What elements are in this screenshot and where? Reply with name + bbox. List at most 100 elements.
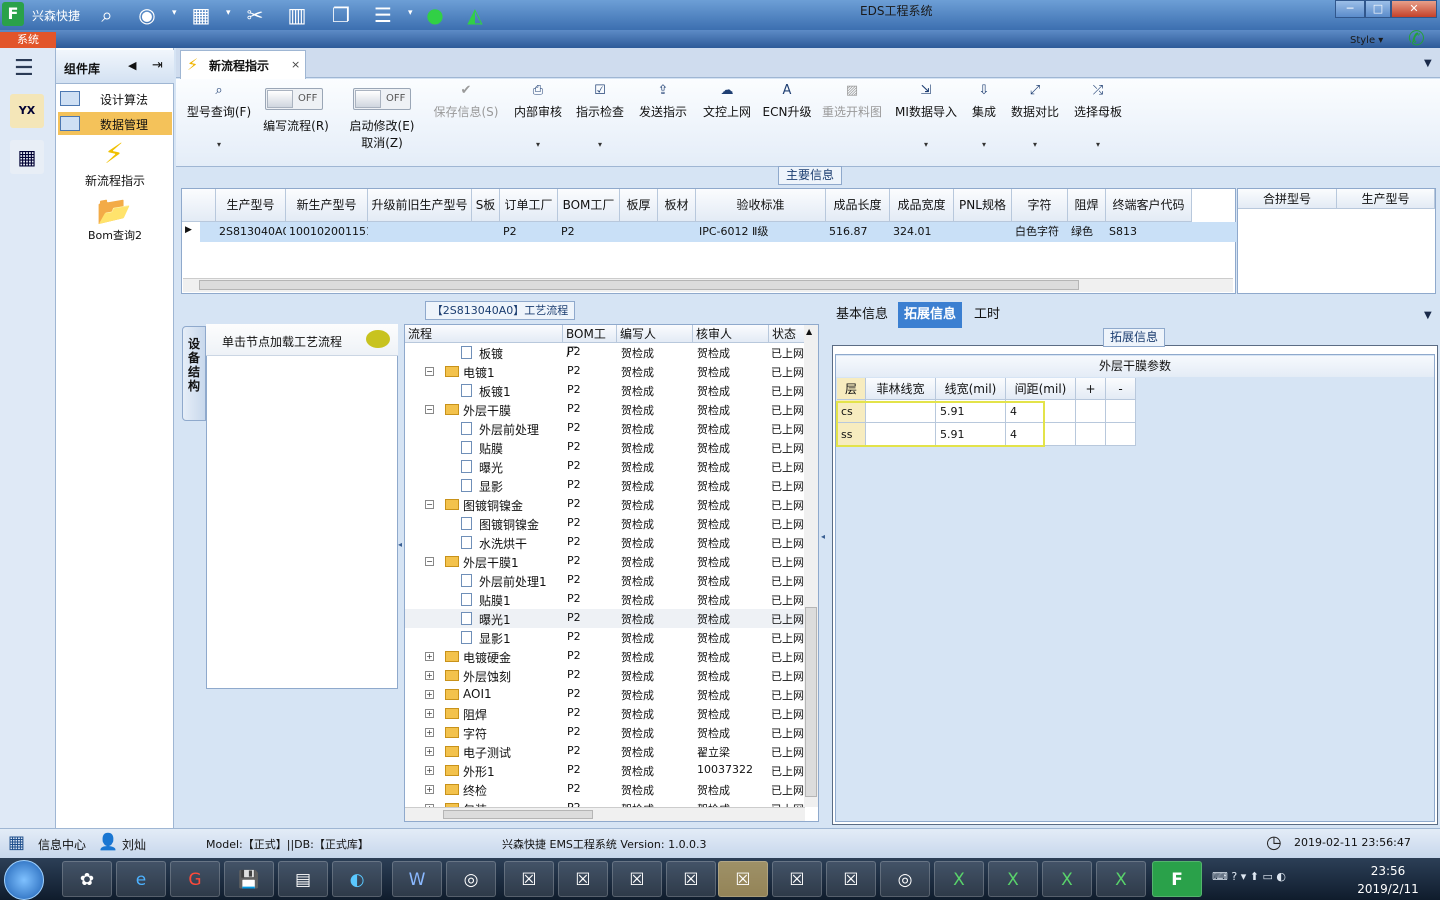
column-header[interactable]: 板厚 xyxy=(620,189,658,222)
app-shell-icon[interactable]: ✿ xyxy=(62,861,112,897)
user-icon[interactable]: ● xyxy=(422,3,448,27)
table-row[interactable]: 外层前处理 P2 贺检成 贺检成 已上网 xyxy=(405,419,805,438)
close-button[interactable]: ✕ xyxy=(1391,0,1437,18)
ecn-upgrade-button[interactable]: A ECN升级 xyxy=(762,83,812,120)
window-app-icon[interactable]: ☒ xyxy=(558,861,608,897)
table-row[interactable]: + 终检 P2 贺检成 贺检成 已上网 xyxy=(405,780,805,799)
column-header[interactable]: 间距(mil) xyxy=(1006,378,1076,400)
table-cell[interactable] xyxy=(472,222,500,242)
system-tray[interactable]: ⌨ ? ▾ ⬆ ▭ ◐ xyxy=(1212,870,1286,883)
scrollbar-thumb[interactable] xyxy=(805,607,817,797)
window-app-icon[interactable]: ☒ xyxy=(826,861,876,897)
column-header[interactable]: 菲林线宽 xyxy=(866,378,936,400)
windows-grid-icon[interactable]: ▦ xyxy=(8,832,25,853)
menu-icon[interactable]: ☰ xyxy=(14,56,34,81)
window-app-icon[interactable]: ☒ xyxy=(772,861,822,897)
table-row[interactable]: − 外层干膜1 P2 贺检成 贺检成 已上网 xyxy=(405,552,805,571)
select-motherboard-button[interactable]: ⤮ 选择母板 ▾ xyxy=(1068,83,1128,149)
lightning-icon[interactable]: ⚡ xyxy=(96,137,132,171)
scrollbar-thumb[interactable] xyxy=(443,810,593,819)
component-item-design-algorithm[interactable]: 设计算法 xyxy=(58,87,172,110)
table-cell[interactable]: P2 xyxy=(500,222,558,242)
tab-basic-info[interactable]: 基本信息 xyxy=(830,302,894,328)
table-cell[interactable]: 516.87 xyxy=(826,222,890,242)
collapse-icon[interactable]: − xyxy=(425,405,434,414)
table-cell[interactable]: IPC-6012 Ⅱ级 xyxy=(696,222,826,242)
scroll-up-icon[interactable]: ▲ xyxy=(806,327,812,336)
table-row[interactable]: 显影 P2 贺检成 贺检成 已上网 xyxy=(405,476,805,495)
column-header[interactable]: 字符 xyxy=(1012,189,1068,222)
tab-list-chevron-icon[interactable]: ▼ xyxy=(1424,58,1432,69)
collapse-left-icon[interactable]: ◀ xyxy=(128,59,136,72)
ie-browser-icon[interactable]: e xyxy=(116,861,166,897)
copy-icon[interactable]: ❐ xyxy=(328,3,354,27)
style-menu[interactable]: Style ▾ xyxy=(1350,35,1383,46)
tree-vscrollbar[interactable]: ▲ xyxy=(804,325,818,807)
splitter-right-icon[interactable]: ◂ xyxy=(821,532,825,541)
mi-data-import-button[interactable]: ⇲ MI数据导入 ▾ xyxy=(892,83,960,149)
column-header[interactable]: 流程 xyxy=(405,325,563,343)
table-row[interactable]: − 电镀1 P2 贺检成 贺检成 已上网 xyxy=(405,362,805,381)
tool-new-process[interactable]: 新流程指示 xyxy=(56,172,174,189)
scrollbar-thumb[interactable] xyxy=(199,280,1079,290)
chevron-down-icon[interactable]: ▾ xyxy=(172,8,180,18)
column-header[interactable]: BOM工厂 xyxy=(563,325,617,359)
window-app-icon[interactable]: ☒ xyxy=(504,861,554,897)
chevron-down-icon[interactable]: ▾ xyxy=(966,140,1002,149)
table-row[interactable]: − 外层干膜 P2 贺检成 贺检成 已上网 xyxy=(405,400,805,419)
empty-cell[interactable] xyxy=(1106,423,1136,446)
chevron-down-icon[interactable]: ▾ xyxy=(892,140,960,149)
component-item-data-management[interactable]: 数据管理 xyxy=(58,112,172,135)
table-row[interactable]: 板镀 P2 贺检成 贺检成 已上网 xyxy=(405,343,805,362)
grid-icon[interactable]: ▦ xyxy=(188,3,214,27)
reselect-cutting-button[interactable]: ▨ 重选开料图 xyxy=(818,83,886,120)
expand-icon[interactable]: + xyxy=(425,709,434,718)
table-row[interactable]: + 电镀硬金 P2 贺检成 贺检成 已上网 xyxy=(405,647,805,666)
table-row[interactable]: + AOI1 P2 贺检成 贺检成 已上网 xyxy=(405,685,805,704)
tab-new-process[interactable]: ⚡ 新流程指示 × xyxy=(180,50,306,79)
node-hint-bar[interactable]: 单击节点加载工艺流程 xyxy=(206,324,398,356)
eds-app-icon[interactable]: F xyxy=(1152,861,1202,897)
taskbar-clock[interactable]: 23:56 2019/2/11 xyxy=(1340,862,1436,898)
column-header[interactable]: 终端客户代码 xyxy=(1106,189,1192,222)
table-row[interactable]: 显影1 P2 贺检成 贺检成 已上网 xyxy=(405,628,805,647)
expand-icon[interactable]: + xyxy=(425,747,434,756)
write-process-toggle[interactable]: OFF xyxy=(265,88,323,110)
table-row[interactable]: 图镀铜镍金 P2 贺检成 贺检成 已上网 xyxy=(405,514,805,533)
maximize-button[interactable]: □ xyxy=(1365,0,1391,18)
tool-bom-query[interactable]: Bom查询2 xyxy=(56,227,174,243)
save-info-button[interactable]: ✔ 保存信息(S) xyxy=(430,83,502,120)
table-cell[interactable]: 10010200115146 xyxy=(286,222,368,242)
tab-equipment-structure[interactable]: 设备结构 xyxy=(182,326,206,421)
column-header[interactable]: S板 xyxy=(472,189,500,222)
expand-icon[interactable]: + xyxy=(425,652,434,661)
integrate-button[interactable]: ⇩ 集成 ▾ xyxy=(966,83,1002,149)
table-cell[interactable] xyxy=(954,222,1012,242)
minimize-button[interactable]: ─ xyxy=(1335,0,1365,18)
table-row[interactable]: 外层前处理1 P2 贺检成 贺检成 已上网 xyxy=(405,571,805,590)
eye-app-icon[interactable]: ◎ xyxy=(880,861,930,897)
table-row[interactable]: + 外形1 P2 贺检成 10037322 已上网 xyxy=(405,761,805,780)
save-disk-icon[interactable]: 💾 xyxy=(224,861,274,897)
collapse-icon[interactable]: − xyxy=(425,557,434,566)
window-app-icon[interactable]: ☒ xyxy=(718,861,768,897)
empty-cell[interactable] xyxy=(1076,423,1106,446)
tree-hscrollbar[interactable] xyxy=(405,807,805,821)
chevron-down-icon[interactable]: ▾ xyxy=(226,8,234,18)
tab-extended-info[interactable]: 拓展信息 xyxy=(898,302,963,328)
chevron-down-icon[interactable]: ▾ xyxy=(184,140,254,149)
film-icon[interactable]: ▥ xyxy=(284,3,310,27)
send-instruction-button[interactable]: ⇪ 发送指示 xyxy=(634,83,692,120)
window-app-icon[interactable]: ☒ xyxy=(612,861,662,897)
internal-review-button[interactable]: ⎙ 内部审核 ▾ xyxy=(510,83,566,149)
messenger-icon[interactable]: ◐ xyxy=(332,861,382,897)
column-header[interactable]: 升级前旧生产型号 xyxy=(368,189,472,222)
table-row[interactable]: − 图镀铜镍金 P2 贺检成 贺检成 已上网 xyxy=(405,495,805,514)
excel-icon[interactable]: X xyxy=(1096,861,1146,897)
phone-icon[interactable]: ✆ xyxy=(1408,26,1425,50)
system-tab[interactable]: 系统 xyxy=(0,32,56,48)
column-header[interactable]: 编写人 xyxy=(617,325,693,343)
table-cell[interactable] xyxy=(620,222,658,242)
expand-icon[interactable]: + xyxy=(425,766,434,775)
add-row-button[interactable]: + xyxy=(1076,378,1106,400)
